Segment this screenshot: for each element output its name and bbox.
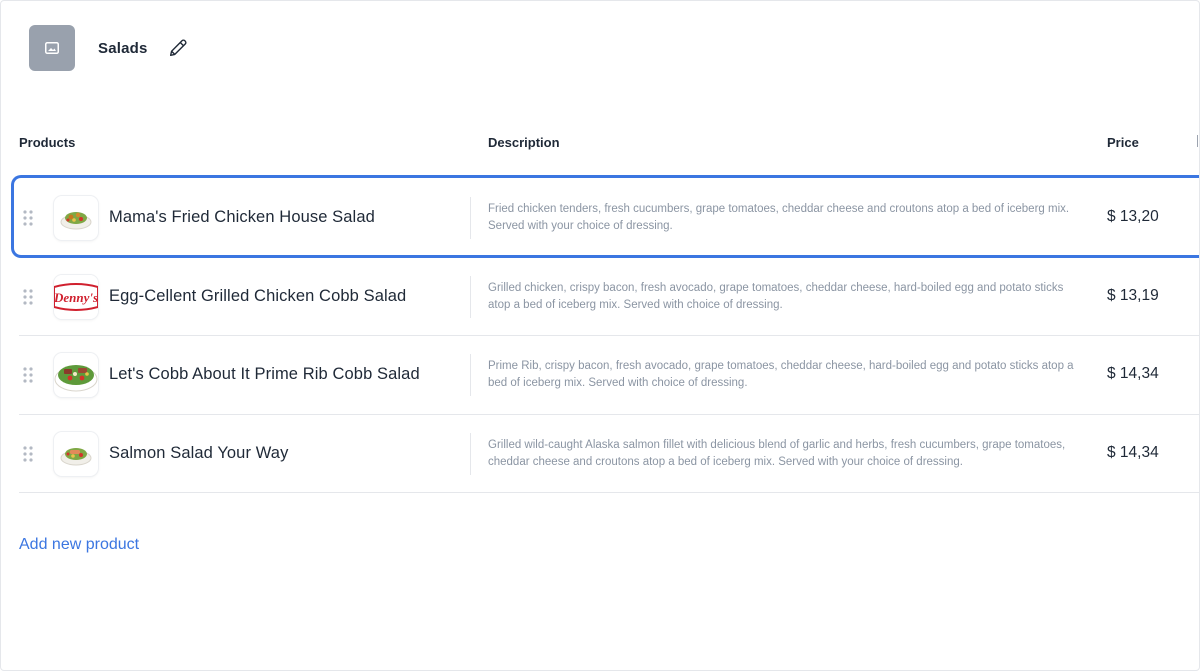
header-description[interactable]: Description [488,135,560,150]
table-row[interactable]: Let's Cobb About It Prime Rib Cobb Salad… [1,336,1199,415]
product-name[interactable]: Salmon Salad Your Way [109,444,288,463]
pencil-icon [169,39,187,57]
drag-handle-icon[interactable] [23,445,33,462]
drag-handle-icon[interactable] [23,210,33,226]
image-placeholder-icon [45,42,59,54]
table-row[interactable]: Salmon Salad Your Way Grilled wild-caugh… [1,415,1199,493]
product-description[interactable]: Fried chicken tenders, fresh cucumbers, … [488,201,1078,235]
menu-category-panel: Salads Products Description Price Mama's… [0,0,1200,671]
product-price[interactable]: $ 13,20 [1107,208,1159,226]
dennys-logo-image: Denny's [54,274,98,319]
table-header: Products Description Price [1,131,1199,155]
add-new-product-link[interactable]: Add new product [19,536,139,554]
salad-bowl-image [60,212,92,230]
product-name[interactable]: Let's Cobb About It Prime Rib Cobb Salad [109,365,420,384]
product-description[interactable]: Grilled chicken, crispy bacon, fresh avo… [488,280,1078,314]
drag-handle-icon[interactable] [23,288,33,305]
product-image[interactable] [54,431,98,476]
product-price[interactable]: $ 14,34 [1107,444,1159,462]
column-divider [470,432,471,475]
table-row[interactable]: Denny's Egg-Cellent Grilled Chicken Cobb… [1,258,1199,336]
salad-bowl-image [60,447,92,465]
product-description[interactable]: Prime Rib, crispy bacon, fresh avocado, … [488,358,1078,392]
table-row[interactable]: Mama's Fried Chicken House Salad Fried c… [1,179,1199,258]
product-name[interactable]: Mama's Fried Chicken House Salad [109,208,375,227]
drag-handle-icon[interactable] [23,367,33,383]
header-price[interactable]: Price [1107,135,1139,150]
column-divider [470,275,471,318]
column-divider [470,197,471,239]
category-title: Salads [98,39,148,57]
product-name[interactable]: Egg-Cellent Grilled Chicken Cobb Salad [109,287,406,306]
header-products[interactable]: Products [19,135,75,150]
category-header: Salads [29,25,191,71]
product-price[interactable]: $ 13,19 [1107,287,1159,305]
category-image-placeholder[interactable] [29,25,75,71]
edit-category-button[interactable] [165,35,191,61]
product-image[interactable]: Denny's [54,274,98,319]
product-price[interactable]: $ 14,34 [1107,365,1159,383]
column-resize-handle[interactable] [1197,135,1198,147]
column-divider [470,354,471,396]
product-image[interactable] [54,196,98,240]
cobb-salad-image [54,365,98,392]
product-image[interactable] [54,353,98,397]
product-description[interactable]: Grilled wild-caught Alaska salmon fillet… [488,437,1078,471]
product-list: Mama's Fried Chicken House Salad Fried c… [1,179,1199,493]
svg-text:Denny's: Denny's [54,290,98,305]
row-divider [19,492,1199,493]
